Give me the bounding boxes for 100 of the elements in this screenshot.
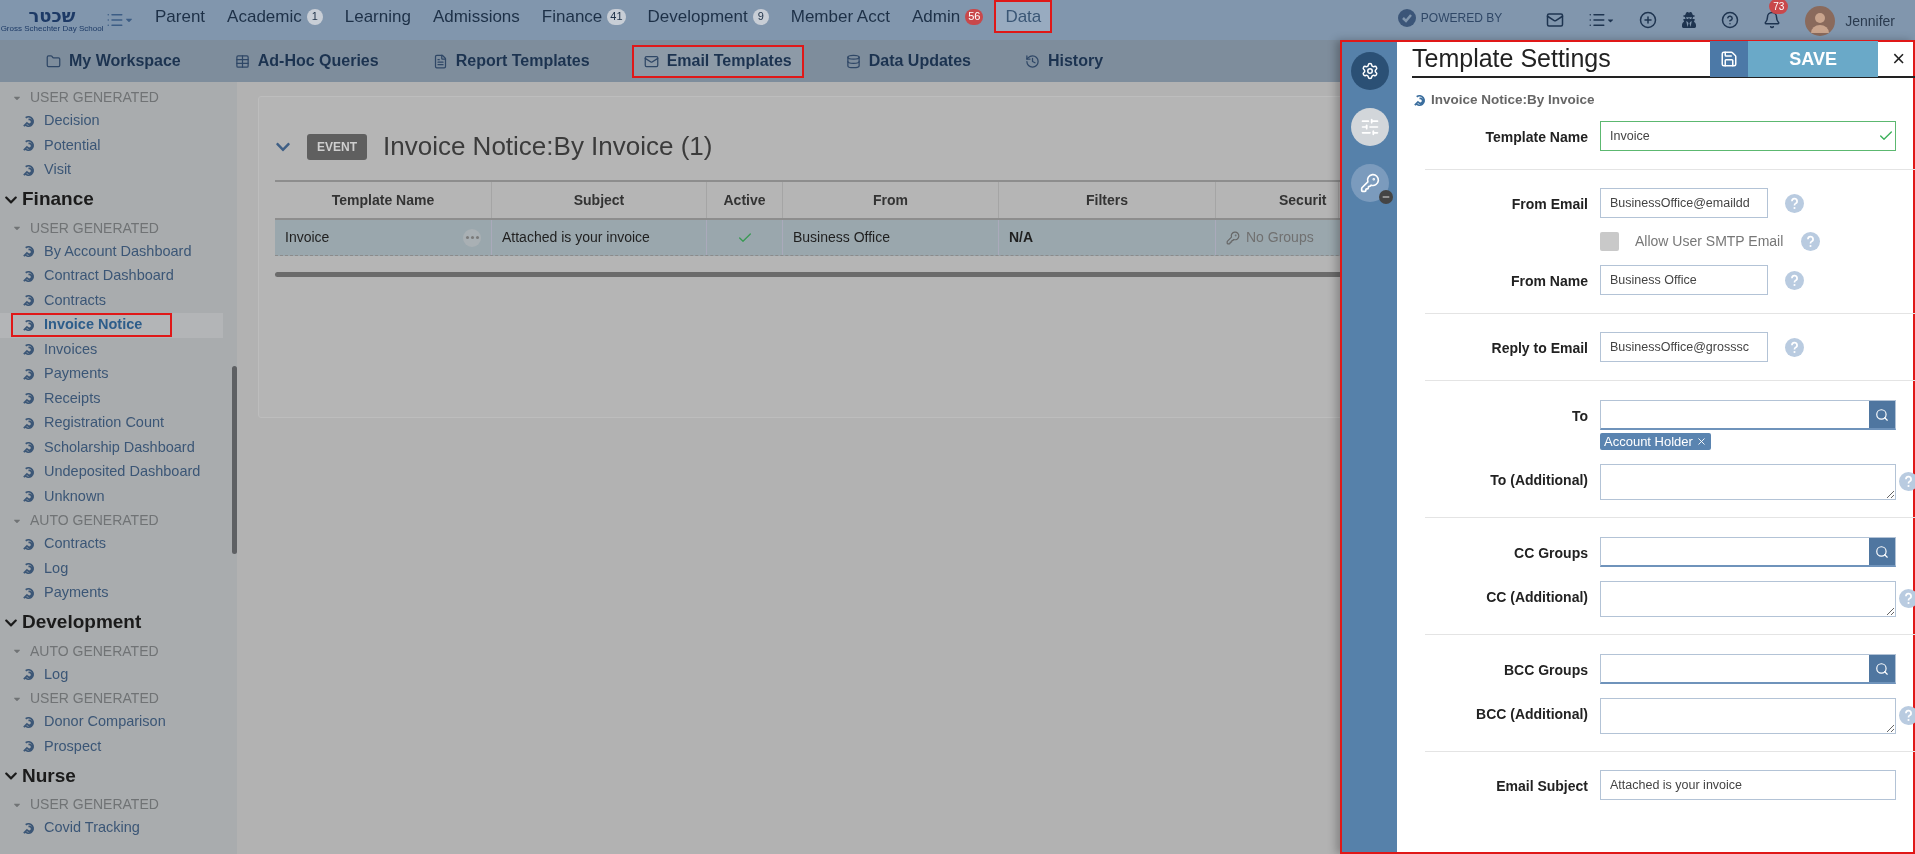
bell-icon[interactable] — [1763, 11, 1782, 29]
field-label: From Name — [1509, 272, 1588, 292]
sidebar-item[interactable]: Covid Tracking — [11, 816, 170, 841]
lookup-field[interactable] — [1600, 654, 1896, 685]
brand-logo-icon — [1396, 8, 1417, 28]
section-header[interactable]: Development — [0, 605, 142, 640]
sub-tab[interactable]: Ad-Hoc Queries — [222, 44, 391, 78]
field-label: To — [1570, 407, 1588, 427]
nav-tab[interactable]: Data — [994, 0, 1053, 33]
section-header[interactable]: Nurse — [0, 759, 76, 793]
sidebar-item[interactable]: Log — [11, 662, 99, 687]
more-button[interactable] — [463, 228, 481, 247]
help-icon[interactable] — [1721, 11, 1740, 29]
nav-tab[interactable]: Learning — [333, 0, 422, 33]
column-header[interactable]: Filters — [1086, 189, 1128, 211]
sidebar-item[interactable]: Contracts — [11, 532, 137, 557]
help-icon[interactable] — [1899, 706, 1915, 726]
group-header[interactable]: AUTO GENERATED — [0, 509, 159, 532]
sidebar-item[interactable]: By Account Dashboard — [11, 239, 222, 264]
user-name[interactable]: Jennifer — [1845, 10, 1895, 32]
sidebar-item[interactable]: Receipts — [11, 386, 131, 411]
table-cell-text: Invoice — [285, 228, 330, 247]
report-icon — [21, 536, 36, 552]
table-cell-text: Attached is your invoice — [502, 228, 650, 247]
sidebar-item[interactable]: Visit — [11, 158, 102, 183]
sidebar-item[interactable]: Contracts — [11, 288, 137, 313]
sidebar-item[interactable]: Contract Dashboard — [11, 264, 204, 289]
sidebar-item[interactable]: Payments — [11, 581, 139, 606]
report-icon — [21, 244, 36, 260]
menu-button[interactable] — [106, 11, 134, 29]
group-header[interactable]: USER GENERATED — [0, 216, 159, 240]
sidebar-item[interactable]: Payments — [11, 362, 139, 387]
sub-tab[interactable]: Report Templates — [420, 44, 602, 78]
input-field[interactable]: Business Office — [1600, 265, 1768, 296]
section-header[interactable]: Finance — [0, 182, 94, 217]
incognito-icon[interactable] — [1681, 12, 1698, 28]
column-header[interactable]: Active — [723, 189, 766, 211]
input-field[interactable]: BusinessOffice@emaildd — [1600, 188, 1768, 219]
input-field[interactable]: BusinessOffice@grosssc — [1600, 332, 1768, 363]
recipient-chip[interactable]: Account Holder — [1600, 433, 1711, 451]
count-badge: 1 — [306, 8, 323, 25]
close-button[interactable]: × — [1892, 48, 1905, 70]
search-button[interactable] — [1869, 401, 1895, 429]
event-tag: EVENT — [307, 133, 367, 160]
input-field[interactable]: Invoice — [1600, 121, 1896, 152]
sidebar-item[interactable]: Donor Comparison — [11, 710, 196, 735]
report-icon — [21, 293, 36, 309]
add-icon[interactable] — [1639, 11, 1658, 29]
sub-tab[interactable]: Data Updates — [833, 44, 983, 78]
search-button[interactable] — [1869, 655, 1895, 683]
search-button[interactable] — [1869, 538, 1895, 566]
lookup-field[interactable] — [1600, 400, 1896, 431]
list-menu-icon[interactable] — [1588, 11, 1616, 29]
field-label: CC (Additional) — [1485, 588, 1588, 608]
avatar[interactable] — [1805, 6, 1836, 36]
powered-by-label: POWERED BY — [1420, 10, 1503, 27]
sub-tab[interactable]: My Workspace — [34, 44, 193, 78]
help-icon[interactable] — [1899, 589, 1915, 609]
settings-tab[interactable] — [1350, 52, 1389, 90]
input-field[interactable]: Attached is your invoice — [1600, 770, 1896, 801]
nav-tab[interactable]: Admissions — [421, 0, 531, 33]
help-icon[interactable] — [1899, 472, 1915, 492]
field-label: Email Subject — [1495, 777, 1588, 797]
mail-icon[interactable] — [1546, 11, 1565, 29]
group-header[interactable]: USER GENERATED — [0, 687, 159, 710]
logo-title[interactable]: שכטר — [28, 7, 76, 25]
nav-tab[interactable]: Member Acct — [779, 0, 901, 33]
sidebar-item[interactable]: Decision — [11, 109, 130, 134]
sidebar-item[interactable]: Scholarship Dashboard — [11, 435, 225, 460]
count-badge: 9 — [752, 8, 769, 25]
scrollbar[interactable] — [232, 366, 237, 554]
sidebar-item[interactable]: Prospect — [11, 734, 132, 759]
sidebar-item[interactable]: Unknown — [11, 484, 135, 509]
tab-icon — [845, 53, 861, 69]
group-header[interactable]: USER GENERATED — [0, 86, 159, 109]
column-header[interactable]: Subject — [573, 189, 625, 211]
column-header[interactable]: Securit — [1279, 189, 1327, 211]
column-header[interactable]: Template Name — [331, 189, 435, 211]
column-header[interactable]: From — [873, 189, 908, 211]
group-header[interactable]: USER GENERATED — [0, 793, 159, 816]
nav-tab[interactable]: Parent — [144, 0, 217, 33]
menu-icon — [106, 11, 124, 29]
nav-tab[interactable]: Admin 56 — [900, 0, 995, 33]
sub-tab[interactable]: Email Templates — [631, 44, 804, 78]
filters-tab[interactable] — [1350, 108, 1389, 146]
nav-tab[interactable]: Finance 41 — [530, 0, 637, 33]
lookup-field[interactable] — [1600, 537, 1896, 568]
nav-tab[interactable]: Academic 1 — [216, 0, 334, 33]
sub-tab[interactable]: History — [1012, 44, 1116, 78]
field-label: BCC (Additional) — [1475, 705, 1588, 725]
sidebar-item[interactable]: Registration Count — [11, 411, 195, 436]
tab-icon — [1024, 53, 1040, 69]
group-header[interactable]: AUTO GENERATED — [0, 639, 159, 663]
sidebar-item[interactable]: Undeposited Dashboard — [11, 460, 231, 485]
key-icon — [1359, 173, 1380, 193]
nav-tab[interactable]: Development 9 — [636, 0, 780, 33]
sidebar-item[interactable]: Invoices — [11, 337, 128, 362]
sidebar-item[interactable]: Potential — [11, 133, 131, 158]
sidebar-item[interactable]: Log — [11, 556, 99, 581]
remove-icon[interactable] — [1695, 436, 1707, 448]
